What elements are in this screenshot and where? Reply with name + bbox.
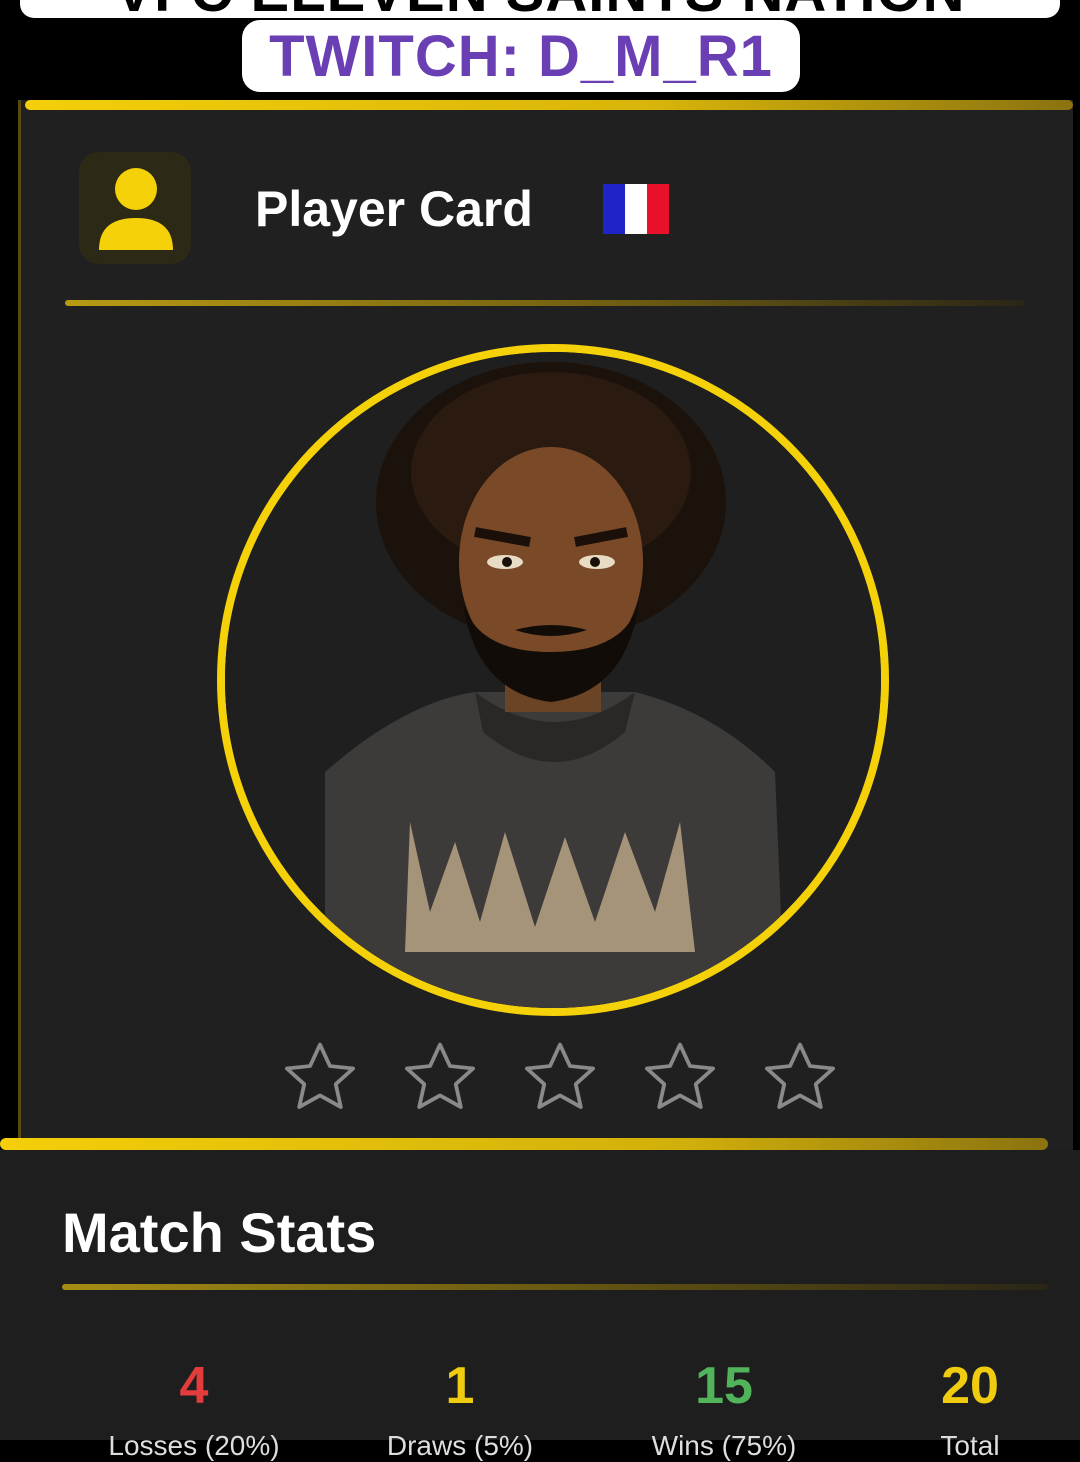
stat-total-value: 20 xyxy=(941,1357,999,1415)
stat-total-label: Total xyxy=(940,1430,1000,1461)
channel-banner-text: VFC ELEVEN SAINTS NATION xyxy=(20,0,1060,18)
stats-divider xyxy=(62,1284,1048,1290)
user-icon xyxy=(99,168,173,250)
stat-wins-value: 15 xyxy=(695,1357,753,1415)
stat-wins-label: Wins (75%) xyxy=(651,1430,797,1461)
stat-losses-value: 4 xyxy=(179,1357,209,1415)
france-flag-icon xyxy=(603,184,669,234)
stat-losses: 4 Losses (20%) xyxy=(94,1360,294,1462)
stat-draws-label: Draws (5%) xyxy=(386,1430,534,1461)
player-card: Player Card xyxy=(18,100,1073,1150)
stat-losses-label: Losses (20%) xyxy=(108,1430,280,1461)
card-accent-bar xyxy=(25,100,1073,110)
stat-wins: 15 Wins (75%) xyxy=(624,1360,824,1462)
stat-total: 20 Total xyxy=(870,1360,1070,1462)
stat-draws-value: 1 xyxy=(445,1357,475,1415)
twitch-label: TWITCH: D_M_R1 xyxy=(242,20,800,92)
card-divider xyxy=(65,300,1025,306)
user-icon-tile xyxy=(79,152,191,264)
star-icon[interactable] xyxy=(279,1036,361,1118)
star-icon[interactable] xyxy=(399,1036,481,1118)
match-stats-panel: Match Stats 4 Losses (20%) 1 Draws (5%) … xyxy=(0,1150,1080,1461)
star-icon[interactable] xyxy=(639,1036,721,1118)
twitch-label-text: TWITCH: D_M_R1 xyxy=(269,23,773,89)
player-avatar xyxy=(217,344,889,1016)
stats-accent-bar xyxy=(0,1138,1048,1150)
stat-draws: 1 Draws (5%) xyxy=(360,1360,560,1462)
star-icon[interactable] xyxy=(759,1036,841,1118)
star-icon[interactable] xyxy=(519,1036,601,1118)
stats-title: Match Stats xyxy=(62,1201,377,1264)
player-portrait-illustration xyxy=(225,352,881,1008)
page-title: Player Card xyxy=(255,181,533,237)
channel-banner: VFC ELEVEN SAINTS NATION xyxy=(20,0,1060,18)
star-rating xyxy=(279,1036,841,1118)
